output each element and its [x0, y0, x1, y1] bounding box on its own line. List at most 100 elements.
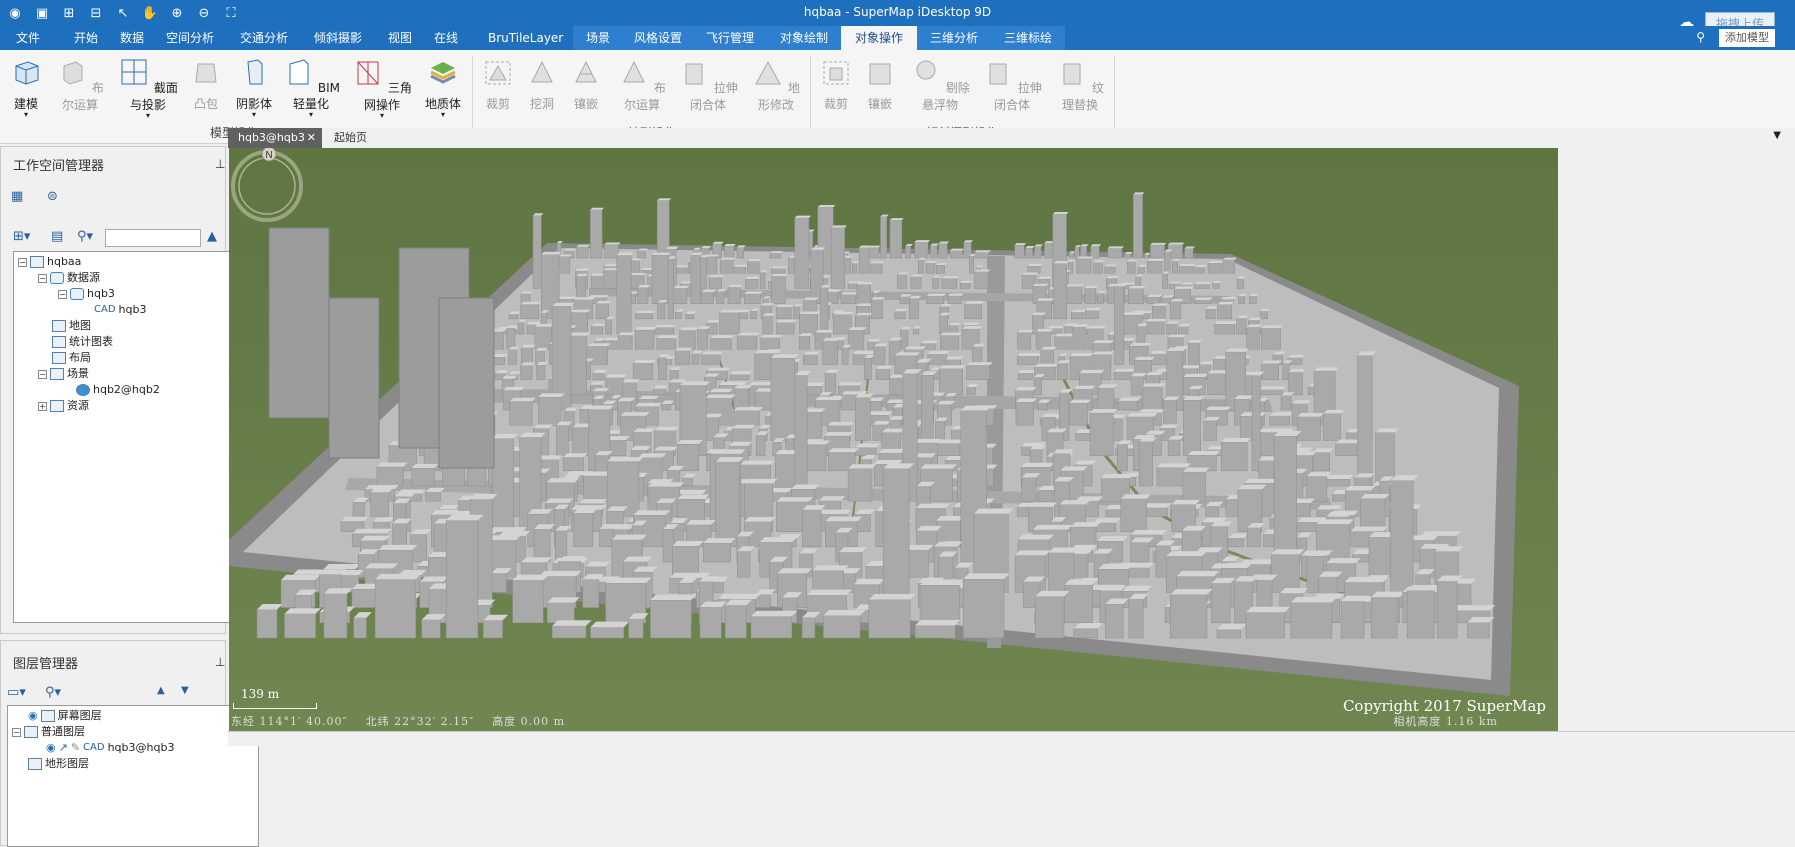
eye-icon[interactable]: ◉ — [46, 740, 56, 756]
menu-scene[interactable]: 场景 — [573, 26, 623, 50]
collapse-icon[interactable]: − — [58, 289, 67, 299]
terrain-modify-button[interactable]: 地形修改 — [748, 56, 804, 113]
menu-brutile[interactable]: BruTileLayer — [480, 26, 571, 50]
building-roof — [1326, 558, 1361, 564]
import-icon[interactable]: ▤ — [51, 229, 63, 244]
menu-data[interactable]: 数据 — [112, 26, 152, 50]
menu-start[interactable]: 开始 — [66, 26, 106, 50]
building-block — [1133, 194, 1143, 259]
menu-object-ops[interactable]: 对象操作 — [841, 26, 917, 50]
bim-lightweight-button[interactable]: BIM轻量化 ▾ — [282, 56, 340, 119]
menu-object-draw[interactable]: 对象绘制 — [767, 26, 841, 50]
oblique-extrude-closed-button[interactable]: 拉伸闭合体 — [980, 56, 1044, 113]
move-down-icon[interactable]: ▼ — [181, 685, 189, 696]
open-folder-dropdown-icon[interactable]: ▭▾ — [7, 685, 26, 700]
tin-dig-button[interactable]: 挖洞 — [526, 56, 558, 112]
search-input[interactable] — [105, 229, 201, 247]
tin-clip-button[interactable]: 裁剪 — [482, 56, 514, 112]
building-roof — [647, 482, 685, 487]
oblique-clip-button[interactable]: 裁剪 — [820, 56, 852, 112]
tree-node-dataset-hqb3[interactable]: CAD hqb3 — [94, 302, 146, 318]
tin-extrude-closed-button[interactable]: 拉伸闭合体 — [676, 56, 740, 113]
tin-boolean-button[interactable]: 布尔运算 — [614, 56, 670, 113]
menu-traffic-analysis[interactable]: 交通分析 — [232, 26, 296, 50]
tin-mosaic-button[interactable]: 镶嵌 — [570, 56, 602, 112]
scene-workspace-icon[interactable]: ⊜ — [47, 189, 58, 204]
tree-node-scenes[interactable]: − 场景 — [38, 366, 89, 382]
close-icon[interactable]: ✕ — [307, 128, 316, 148]
compass-icon[interactable]: N — [229, 148, 305, 224]
tree-node-resources[interactable]: + 资源 — [38, 398, 89, 414]
building-block — [1203, 420, 1217, 441]
building-block — [770, 268, 786, 274]
collapse-icon[interactable]: − — [38, 369, 47, 379]
building-block — [1130, 542, 1150, 563]
search-icon[interactable]: ⚲▾ — [45, 685, 61, 700]
building-block — [675, 350, 690, 365]
building-block — [1368, 536, 1392, 578]
building-block — [352, 501, 365, 517]
menu-file[interactable]: 文件 — [8, 26, 48, 50]
tree-node-workspace[interactable]: − hqbaa — [18, 254, 81, 270]
oblique-mosaic-button[interactable]: 镶嵌 — [864, 56, 896, 112]
eye-icon[interactable]: ◉ — [28, 708, 38, 724]
tree-node-screen-layers[interactable]: ◉ 屏幕图层 — [28, 708, 102, 724]
building-block — [637, 250, 647, 259]
building-roof — [734, 264, 748, 267]
menu-view[interactable]: 视图 — [380, 26, 420, 50]
building-roof — [904, 346, 927, 350]
building-block — [909, 298, 919, 320]
editable-icon[interactable]: ✎ — [71, 740, 80, 756]
menu-spatial-analysis[interactable]: 空间分析 — [158, 26, 222, 50]
boolean-icon — [623, 60, 645, 83]
building-block — [1097, 387, 1115, 411]
tree-node-datasource-hqb3[interactable]: − hqb3 — [58, 286, 115, 302]
menu-3d-plot[interactable]: 三维标绘 — [991, 26, 1065, 50]
building-block — [847, 329, 865, 350]
tree-node-charts[interactable]: 统计图表 — [52, 334, 113, 350]
workspace-icon[interactable]: ▦ — [11, 189, 23, 204]
tabs-dropdown-icon[interactable]: ▼ — [1773, 130, 1781, 141]
menu-3d-analysis[interactable]: 三维分析 — [917, 26, 991, 50]
building-block — [1113, 371, 1133, 380]
tree-node-scene-hqb2[interactable]: hqb2@hqb2 — [76, 382, 160, 398]
collapse-up-icon[interactable]: ▲ — [207, 229, 217, 244]
search-icon[interactable]: ⚲ — [1696, 30, 1705, 44]
tree-node-datasources[interactable]: − 数据源 — [38, 270, 100, 286]
collapse-icon[interactable]: − — [12, 727, 21, 737]
tree-node-normal-layers[interactable]: − 普通图层 — [12, 724, 85, 740]
menu-online[interactable]: 在线 — [426, 26, 466, 50]
add-model-field[interactable]: 添加模型 — [1719, 29, 1775, 47]
shadow-volume-button[interactable]: 阴影体 ▾ — [232, 56, 276, 119]
building-roof — [1360, 494, 1390, 499]
search-icon[interactable]: ⚲▾ — [77, 229, 93, 244]
tab-start-page[interactable]: 起始页 — [324, 128, 377, 148]
convex-hull-button[interactable]: 凸包 — [188, 56, 224, 112]
build-model-button[interactable]: 建模 ▾ — [8, 56, 44, 119]
selectable-icon[interactable]: ↗ — [59, 740, 68, 756]
move-up-icon[interactable]: ▲ — [157, 685, 165, 696]
boolean-op-button[interactable]: 布尔运算 — [52, 56, 108, 113]
building-block — [963, 578, 1005, 639]
tree-node-layouts[interactable]: 布局 — [52, 350, 91, 366]
section-projection-button[interactable]: 截面与投影 ▾ — [116, 56, 180, 120]
collapse-icon[interactable]: − — [38, 273, 47, 283]
menu-flight[interactable]: 飞行管理 — [693, 26, 767, 50]
remove-floating-button[interactable]: 剔除悬浮物 — [908, 56, 972, 113]
tree-node-maps[interactable]: 地图 — [52, 318, 91, 334]
triangle-net-button[interactable]: 三角网操作 ▾ — [350, 56, 414, 120]
collapse-icon[interactable]: − — [18, 257, 27, 267]
add-dropdown-icon[interactable]: ⊞▾ — [13, 229, 30, 244]
geology-button[interactable]: 地质体 ▾ — [422, 56, 464, 119]
building-roof — [940, 332, 962, 336]
tree-node-terrain-layers[interactable]: 地形图层 — [28, 756, 89, 772]
texture-replace-button[interactable]: 纹理替换 — [1052, 56, 1108, 113]
pin-icon[interactable]: ⊥ — [215, 655, 225, 669]
expand-icon[interactable]: + — [38, 401, 47, 411]
menu-oblique[interactable]: 倾斜摄影 — [306, 26, 370, 50]
scene-view[interactable]: N 139 m Copyright 2017 SuperMap 东经 114°1… — [229, 148, 1558, 731]
menu-style[interactable]: 风格设置 — [623, 26, 693, 50]
tab-scene-hqb3[interactable]: hqb3@hqb3 ✕ — [228, 128, 322, 148]
pin-icon[interactable]: ⊥ — [215, 157, 225, 171]
tree-node-layer-hqb3[interactable]: ◉ ↗ ✎ CAD hqb3@hqb3 — [46, 740, 174, 756]
